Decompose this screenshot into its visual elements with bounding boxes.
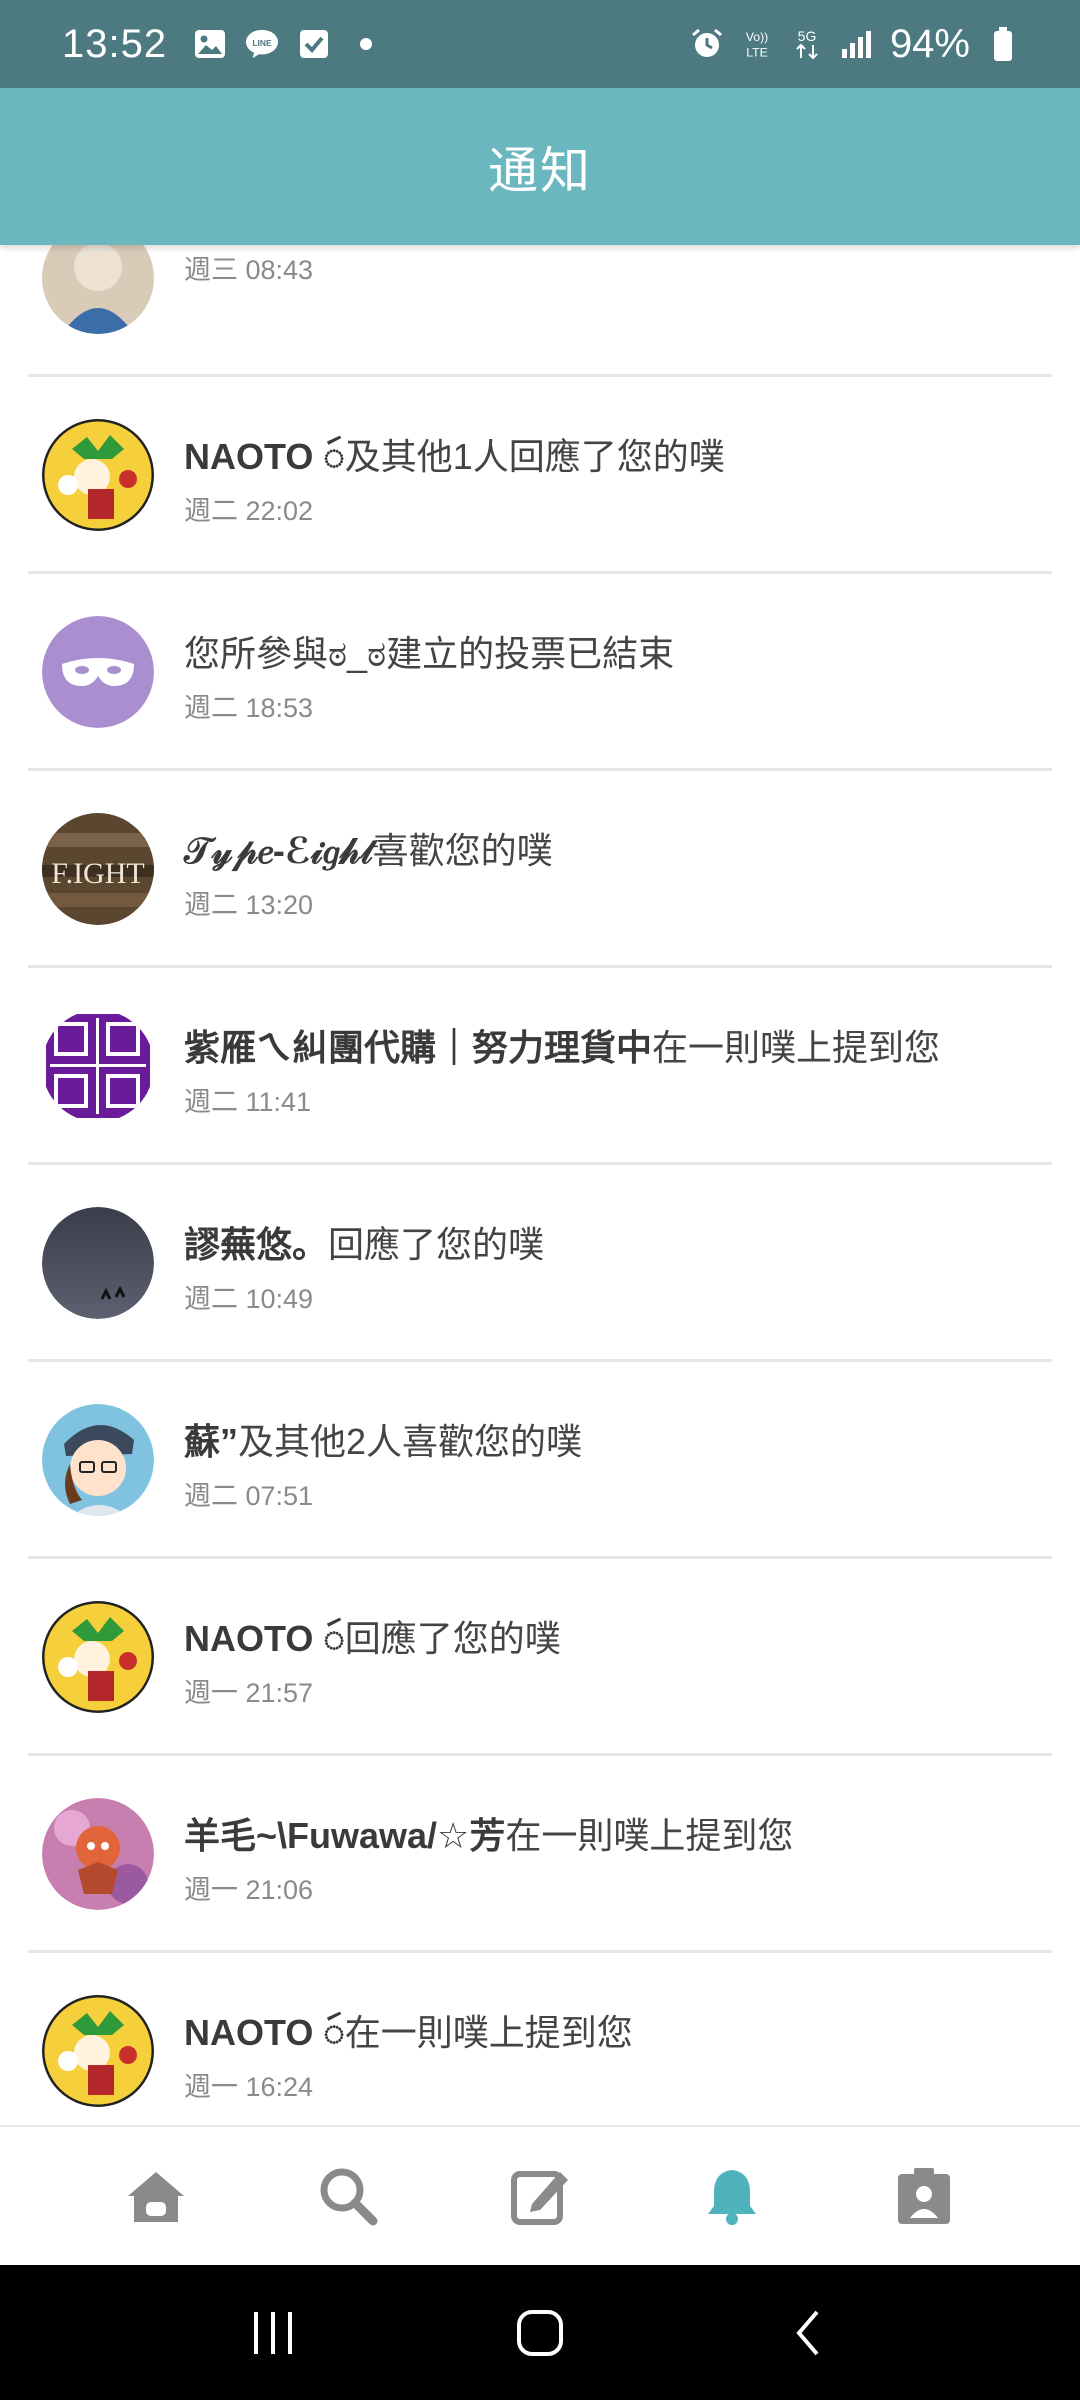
search-icon[interactable] [308,2156,388,2236]
notification-time: 週一 21:06 [184,1875,314,1905]
line-icon: LINE [245,27,279,61]
notification-time: 週二 22:02 [184,496,314,526]
notification-message: NAOTO ꩃ回應了您的噗 [184,1618,561,1659]
notification-message: 您所參與ಠ_ಠ建立的投票已結束 [184,633,675,674]
notification-item[interactable]: F.IGHT 𝒯𝓎𝓅𝑒-ℰ𝒾𝑔𝒽𝓉喜歡您的噗 週二 13:20 [28,771,1052,968]
notification-message: 紫雁ㄟ糾團代購｜努力理貨中在一則噗上提到您 [184,1027,941,1068]
alarm-icon [690,27,724,61]
notification-item[interactable]: 週三 08:43 [28,245,1052,377]
image-icon [193,27,227,61]
notification-time: 週三 08:43 [184,255,314,285]
notification-item[interactable]: 紫雁ㄟ糾團代購｜努力理貨中在一則噗上提到您 週二 11:41 [28,968,1052,1165]
avatar[interactable] [42,1798,154,1910]
compose-icon[interactable] [500,2156,580,2236]
status-time: 13:52 [62,21,168,66]
notification-time: 週二 07:51 [184,1481,314,1511]
notification-message: 謬蕪悠。回應了您的噗 [184,1224,545,1265]
notification-time: 週二 11:41 [184,1087,312,1117]
notification-time: 週一 16:24 [184,2072,314,2102]
notification-item[interactable]: 您所參與ಠ_ಠ建立的投票已結束 週二 18:53 [28,574,1052,771]
avatar[interactable] [42,1010,154,1122]
profile-icon[interactable] [884,2156,964,2236]
app-bar: 通知 [0,88,1080,245]
5g-icon: 5G [790,27,824,61]
status-bar: 13:52 LINE Vo)) LTE 5G 94% [0,0,1080,88]
svg-text:LINE: LINE [252,38,272,48]
back-icon[interactable] [767,2293,847,2373]
notification-item[interactable]: NAOTO ꩃ回應了您的噗 週一 21:57 [28,1559,1052,1756]
notification-item[interactable]: 蘇”及其他2人喜歡您的噗 週二 07:51 [28,1362,1052,1559]
page-title: 通知 [488,142,592,199]
avatar[interactable]: F.IGHT [42,813,154,925]
dot-icon [349,27,383,61]
notification-time: 週二 18:53 [184,693,314,723]
avatar[interactable] [42,1601,154,1713]
system-nav-bar [0,2265,1080,2400]
battery-icon [986,27,1020,61]
home-icon[interactable] [116,2156,196,2236]
avatar[interactable] [42,419,154,531]
notification-item[interactable]: NAOTO ꩃ在一則噗上提到您 週一 16:24 [28,1953,1052,2125]
notification-item[interactable]: NAOTO ꩃ及其他1人回應了您的噗 週二 22:02 [28,377,1052,574]
avatar[interactable] [42,1404,154,1516]
notification-time: 週一 21:57 [184,1678,314,1708]
avatar[interactable] [42,616,154,728]
svg-text:LTE: LTE [746,45,768,59]
notification-message: 𝒯𝓎𝓅𝑒-ℰ𝒾𝑔𝒽𝓉喜歡您的噗 [184,830,553,871]
recents-icon[interactable] [233,2293,313,2373]
home-nav-icon[interactable] [500,2293,580,2373]
battery-percent: 94% [889,21,970,66]
volte-icon: Vo)) LTE [740,27,774,61]
svg-text:F.IGHT: F.IGHT [51,857,144,890]
notification-message: 蘇”及其他2人喜歡您的噗 [184,1421,583,1462]
check-icon [297,27,331,61]
notification-message: 羊毛~\Fuwawa/☆芳在一則噗上提到您 [184,1815,794,1856]
status-notification-icons: LINE [193,27,383,61]
notification-item[interactable]: 羊毛~\Fuwawa/☆芳在一則噗上提到您 週一 21:06 [28,1756,1052,1953]
svg-text:Vo)): Vo)) [746,30,769,44]
notification-message: NAOTO ꩃ及其他1人回應了您的噗 [184,436,725,477]
avatar[interactable] [42,1995,154,2107]
svg-text:5G: 5G [798,28,817,44]
notification-item[interactable]: 謬蕪悠。回應了您的噗 週二 10:49 [28,1165,1052,1362]
notification-list[interactable]: 週三 08:43 NAOTO ꩃ及其他1人回應了您的噗 週二 22:02 您所參… [0,245,1080,2125]
notification-time: 週二 10:49 [184,1284,314,1314]
bell-icon[interactable] [692,2156,772,2236]
notification-message: NAOTO ꩃ在一則噗上提到您 [184,2012,633,2053]
bottom-tab-bar [0,2125,1080,2265]
signal-icon [840,27,874,61]
avatar[interactable] [42,245,154,334]
avatar[interactable] [42,1207,154,1319]
notification-time: 週二 13:20 [184,890,314,920]
